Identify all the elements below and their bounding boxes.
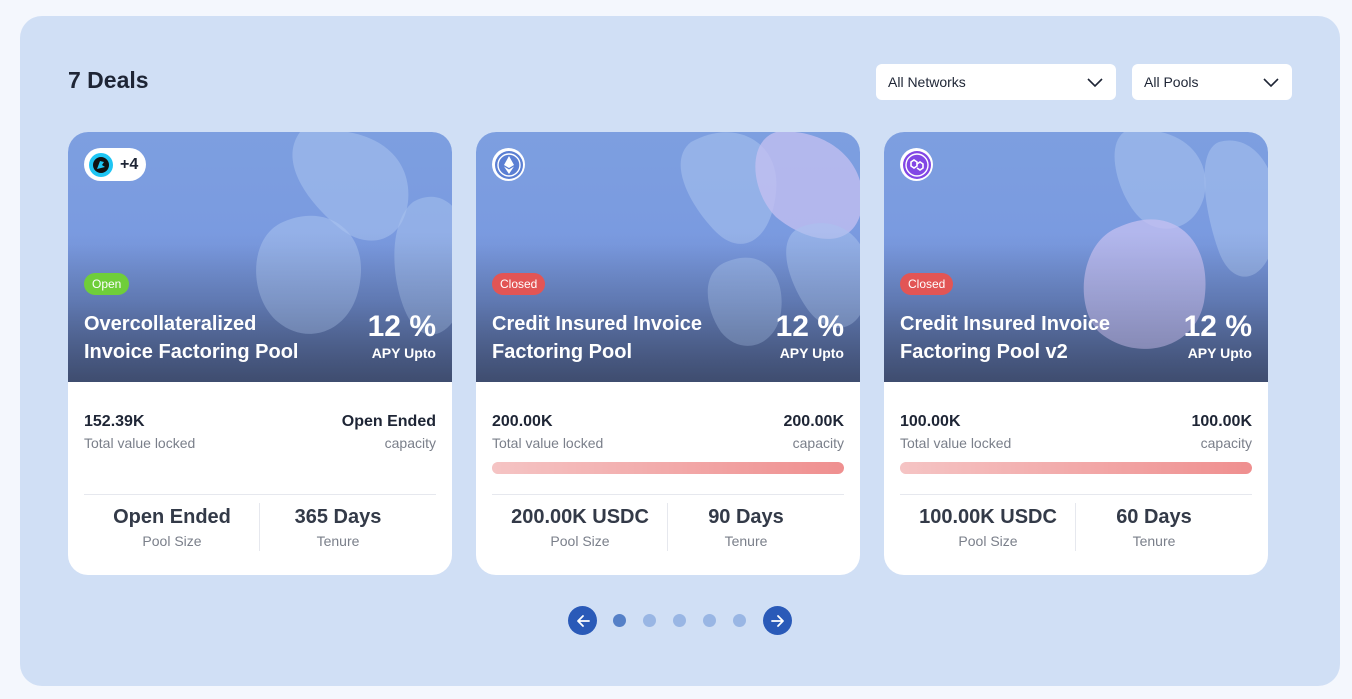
tenure-label: Tenure (316, 533, 360, 549)
deal-card-hero: +4 Open Overcollateralized Invoice Facto… (68, 132, 452, 382)
network-badge (900, 148, 933, 181)
apy-block: 12 % APY Upto (1184, 310, 1252, 362)
previous-page-button[interactable] (568, 606, 597, 635)
arrow-right-icon (770, 614, 784, 627)
divider (900, 494, 1252, 495)
tvl-label: Total value locked (900, 435, 1012, 451)
pool-name: Credit Insured Invoice Factoring Pool (492, 313, 703, 363)
deal-card-hero: Closed Credit Insured Invoice Factoring … (884, 132, 1268, 382)
page-dot-5[interactable] (733, 614, 746, 627)
arrow-left-icon (576, 614, 590, 627)
pool-name: Credit Insured Invoice Factoring Pool v2 (900, 313, 1111, 363)
page-dot-3[interactable] (673, 614, 686, 627)
stats-row: 100.00K Total value locked 100.00K capac… (900, 412, 1252, 452)
status-badge: Closed (492, 273, 546, 295)
capacity-value: 100.00K (1191, 413, 1253, 430)
tenure-value: 365 Days (294, 506, 382, 528)
page-dot-2[interactable] (643, 614, 656, 627)
apy-label: APY Upto (1187, 345, 1252, 361)
page-dot-1[interactable] (613, 614, 626, 627)
pool-size-value: Open Ended (113, 506, 231, 528)
capacity-label: capacity (792, 435, 844, 451)
deals-count-title: 7 Deals (68, 67, 149, 93)
network-filter-value: All Networks (888, 74, 966, 90)
pool-size-value: 200.00K USDC (511, 506, 649, 528)
network-filter-dropdown[interactable]: All Networks (876, 64, 1116, 100)
next-page-button[interactable] (763, 606, 792, 635)
capacity-progress-fill (900, 462, 1252, 474)
capacity-progress-fill (492, 462, 844, 474)
tenure-label: Tenure (1132, 533, 1176, 549)
pool-details: Open Ended Pool Size 365 Days Tenure (84, 503, 436, 551)
tenure-value: 90 Days (708, 506, 784, 528)
status-badge: Open (84, 273, 130, 295)
apy-block: 12 % APY Upto (776, 310, 844, 362)
pool-size-label: Pool Size (958, 533, 1018, 549)
capacity-value: Open Ended (341, 413, 436, 430)
tvl-value: 152.39K (84, 413, 145, 430)
pool-filter-dropdown[interactable]: All Pools (1132, 64, 1292, 100)
apy-label: APY Upto (779, 345, 844, 361)
divider (492, 494, 844, 495)
deal-card[interactable]: Closed Credit Insured Invoice Factoring … (476, 132, 860, 575)
multichain-icon (89, 152, 113, 177)
apy-label: APY Upto (371, 345, 436, 361)
extra-networks-count: +4 (120, 155, 139, 173)
deals-panel: 7 Deals All Networks All Pools +4 Open O… (20, 16, 1340, 686)
capacity-label: capacity (384, 435, 436, 451)
status-badge: Closed (900, 273, 954, 295)
tvl-value: 200.00K (492, 413, 553, 430)
deal-card-hero: Closed Credit Insured Invoice Factoring … (476, 132, 860, 382)
apy-value: 12 % (775, 310, 844, 343)
tvl-value: 100.00K (900, 413, 961, 430)
chevron-down-icon (1087, 78, 1103, 88)
pool-size-label: Pool Size (550, 533, 610, 549)
capacity-label: capacity (1200, 435, 1252, 451)
pool-size-label: Pool Size (142, 533, 202, 549)
pool-size-value: 100.00K USDC (919, 506, 1057, 528)
pool-details: 100.00K USDC Pool Size 60 Days Tenure (900, 503, 1252, 551)
tvl-label: Total value locked (492, 435, 604, 451)
divider (84, 494, 436, 495)
tenure-label: Tenure (724, 533, 768, 549)
pool-name: Overcollateralized Invoice Factoring Poo… (84, 313, 299, 363)
pool-filter-value: All Pools (1144, 74, 1199, 90)
stats-row: 200.00K Total value locked 200.00K capac… (492, 412, 844, 452)
chevron-down-icon (1263, 78, 1279, 88)
network-badge: +4 (84, 148, 147, 181)
carousel-pagination (568, 606, 792, 636)
page-dot-4[interactable] (703, 614, 716, 627)
stats-row: 152.39K Total value locked Open Ended ca… (84, 412, 436, 452)
capacity-value: 200.00K (783, 413, 845, 430)
pool-details: 200.00K USDC Pool Size 90 Days Tenure (492, 503, 844, 551)
apy-block: 12 % APY Upto (368, 310, 436, 362)
tvl-label: Total value locked (84, 435, 196, 451)
apy-value: 12 % (1183, 310, 1252, 343)
deal-card[interactable]: Closed Credit Insured Invoice Factoring … (884, 132, 1268, 575)
deal-card[interactable]: +4 Open Overcollateralized Invoice Facto… (68, 132, 452, 575)
capacity-progress-bar (492, 462, 844, 474)
ethereum-icon (494, 150, 523, 179)
apy-value: 12 % (367, 310, 436, 343)
capacity-progress-bar (900, 462, 1252, 474)
network-badge (492, 148, 525, 181)
tenure-value: 60 Days (1116, 506, 1192, 528)
polygon-icon (902, 150, 931, 179)
